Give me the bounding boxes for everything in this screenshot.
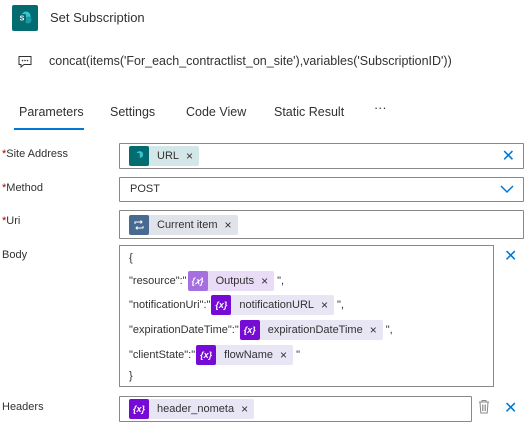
site-address-label-text: Site Address: [6, 148, 69, 160]
remove-token-icon[interactable]: ×: [280, 348, 287, 362]
tab-settings[interactable]: Settings: [110, 105, 155, 119]
body-close-brace: }: [129, 370, 133, 382]
body-key: "expirationDateTime":": [129, 324, 239, 336]
method-label: *Method: [2, 182, 43, 194]
tab-bar: Parameters Settings Code View Static Res…: [0, 100, 531, 130]
body-open-brace: {: [129, 252, 133, 264]
url-token[interactable]: URL ×: [129, 146, 200, 166]
remove-token-icon[interactable]: ×: [186, 149, 193, 163]
remove-token-icon[interactable]: ×: [321, 298, 328, 312]
body-suffix: ",: [277, 275, 285, 287]
flow-name-token[interactable]: {x} flowName ×: [196, 345, 294, 365]
flow-name-token-label: flowName: [224, 349, 274, 361]
trash-icon[interactable]: [477, 399, 491, 417]
body-suffix: ",: [337, 299, 344, 311]
action-header[interactable]: S Set Subscription: [0, 0, 531, 36]
action-comment: concat(items('For_each_contractlist_on_s…: [0, 46, 531, 76]
more-tabs-button[interactable]: ···: [374, 101, 387, 115]
variable-icon: {x}: [239, 320, 260, 340]
headers-label: Headers: [2, 401, 44, 413]
tab-parameters[interactable]: Parameters: [19, 105, 84, 119]
method-label-text: Method: [6, 182, 43, 194]
tab-code-view[interactable]: Code View: [186, 105, 246, 119]
action-comment-text: concat(items('For_each_contractlist_on_s…: [49, 54, 452, 68]
variable-icon: {x}: [211, 295, 232, 315]
action-title: Set Subscription: [50, 10, 145, 25]
body-label: Body: [2, 249, 28, 261]
url-token-label: URL: [157, 150, 180, 162]
clear-header-icon[interactable]: ✕: [504, 398, 517, 418]
notification-url-token[interactable]: {x} notificationURL ×: [211, 295, 335, 315]
body-line-expiration: "expirationDateTime":" {x} expirationDat…: [129, 320, 393, 340]
clear-body-icon[interactable]: ✕: [504, 246, 517, 266]
body-editor[interactable]: { "resource":" {𝑥} Outputs × ", "notific…: [119, 245, 494, 387]
tab-static-result[interactable]: Static Result: [274, 105, 344, 119]
site-address-label: *Site Address: [2, 148, 68, 160]
current-item-token-label: Current item: [157, 219, 218, 231]
notification-url-token-label: notificationURL: [239, 299, 315, 311]
sharepoint-icon: S: [12, 5, 38, 31]
body-key: "clientState":": [129, 349, 196, 361]
variable-icon: {x}: [196, 345, 217, 365]
body-line-notification-uri: "notificationUri":" {x} notificationURL …: [129, 295, 344, 315]
body-key: "resource":": [129, 275, 187, 287]
outputs-token-label: Outputs: [215, 275, 255, 287]
remove-token-icon[interactable]: ×: [261, 274, 268, 288]
comment-icon[interactable]: [18, 55, 32, 71]
headers-key-input[interactable]: {x} header_nometa ×: [119, 396, 472, 422]
method-select[interactable]: POST: [119, 177, 524, 202]
expiration-datetime-token-label: expirationDateTime: [267, 324, 363, 336]
active-tab-indicator: [14, 128, 84, 130]
current-item-token[interactable]: Current item ×: [129, 215, 238, 235]
header-nometa-token[interactable]: {x} header_nometa ×: [129, 399, 255, 419]
remove-token-icon[interactable]: ×: [370, 323, 377, 337]
header-nometa-token-label: header_nometa: [157, 403, 235, 415]
remove-token-icon[interactable]: ×: [241, 402, 248, 416]
svg-text:S: S: [20, 16, 25, 23]
expression-icon: {𝑥}: [187, 271, 208, 291]
uri-label-text: Uri: [6, 215, 21, 227]
uri-input[interactable]: Current item ×: [119, 210, 524, 239]
remove-token-icon[interactable]: ×: [225, 218, 232, 232]
clear-field-icon[interactable]: ✕: [502, 146, 515, 166]
variable-icon: {x}: [129, 399, 149, 419]
body-key: "notificationUri":": [129, 299, 211, 311]
uri-label: *Uri: [2, 215, 20, 227]
expiration-datetime-token[interactable]: {x} expirationDateTime ×: [239, 320, 383, 340]
body-suffix: ": [296, 349, 300, 361]
sharepoint-icon: [129, 146, 149, 166]
body-line-resource: "resource":" {𝑥} Outputs × ",: [129, 271, 284, 291]
site-address-input[interactable]: URL × ✕: [119, 143, 524, 169]
outputs-token[interactable]: {𝑥} Outputs ×: [187, 271, 275, 291]
body-suffix: ",: [385, 324, 393, 336]
method-value: POST: [130, 183, 160, 195]
body-line-client-state: "clientState":" {x} flowName × ": [129, 345, 300, 365]
chevron-down-icon[interactable]: [499, 183, 515, 198]
loop-icon: [129, 215, 149, 235]
